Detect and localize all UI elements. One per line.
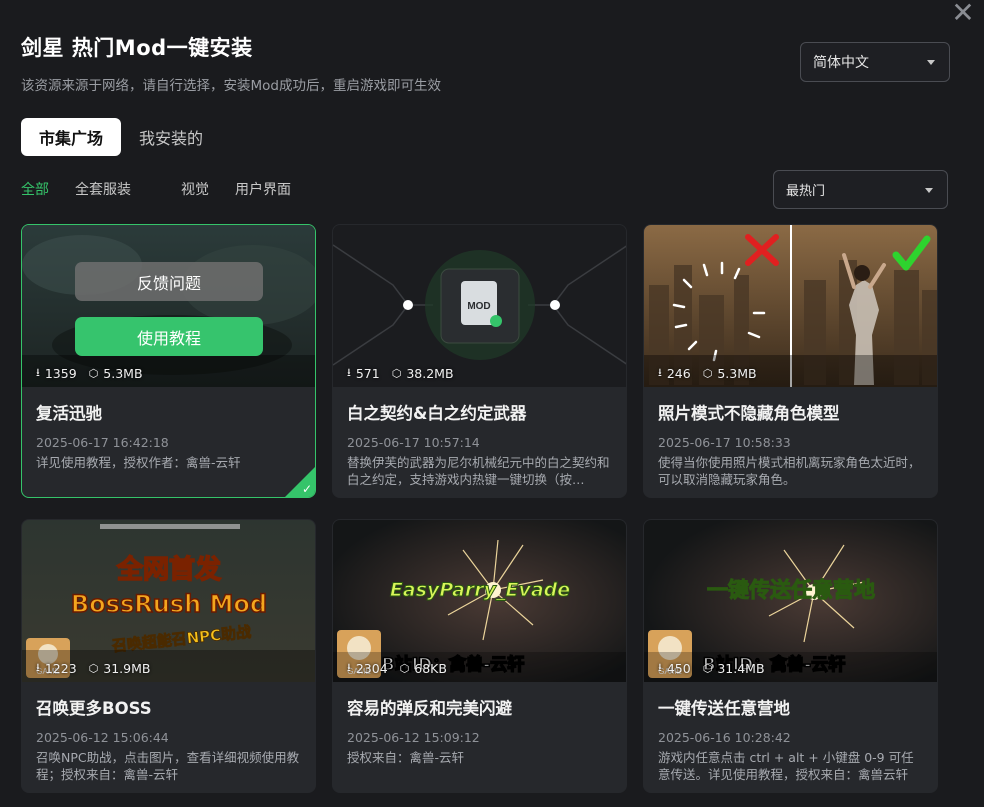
check-icon: ✓: [301, 482, 312, 496]
mod-title: 一键传送任意营地: [658, 699, 790, 718]
thumb-banner: EasyParry_Evade: [390, 579, 570, 601]
category-filters: 全部 全套服装 视觉 用户界面: [21, 179, 317, 199]
download-count: 1359: [44, 366, 77, 381]
mod-stats: ⭳ 2304 ⬡ 68KB: [347, 659, 447, 678]
filter-all[interactable]: 全部: [21, 179, 49, 199]
package-icon: ⬡: [702, 662, 713, 675]
mod-thumbnail: MOD: [333, 225, 626, 387]
mod-description: 替换伊芙的武器为尼尔机械纪元中的白之契约和白之约定，支持游戏内热键一键切换（按…: [347, 455, 610, 487]
tab-bar: 市集广场 我安装的: [21, 118, 221, 156]
mod-stats: ⭳ 450 ⬡ 31.4MB: [658, 659, 765, 678]
package-icon: ⬡: [399, 662, 410, 675]
mod-title: 复活迅驰: [36, 404, 102, 423]
mod-date: 2025-06-17 10:57:14: [347, 435, 480, 450]
file-size: 5.3MB: [717, 366, 757, 381]
chevron-down-icon: [925, 187, 933, 193]
mod-card-6[interactable]: 一键传送任意营地 GAME B站ID：禽兽-云轩 ⭳ 450 ⬡ 31.4MB …: [643, 519, 938, 793]
chevron-down-icon: [927, 60, 935, 65]
mod-stats: ⭳ 571 ⬡ 38.2MB: [347, 364, 454, 383]
mod-description: 使得当你使用照片模式相机离玩家角色太近时，可以取消隐藏玩家角色。: [658, 455, 921, 487]
filter-ui[interactable]: 用户界面: [235, 179, 291, 199]
mod-date: 2025-06-16 10:28:42: [658, 730, 791, 745]
download-icon: ⭳: [36, 366, 40, 379]
tab-installed[interactable]: 我安装的: [121, 118, 221, 156]
mod-date: 2025-06-17 10:58:33: [658, 435, 791, 450]
mod-icon-label: MOD: [467, 301, 490, 312]
language-select[interactable]: 简体中文: [800, 42, 950, 82]
tutorial-button[interactable]: 使用教程: [75, 317, 263, 356]
filter-visual[interactable]: 视觉: [181, 179, 209, 199]
sort-select-value: 最热门: [786, 184, 826, 199]
mod-card-3[interactable]: ⭳ 246 ⬡ 5.3MB 照片模式不隐藏角色模型 2025-06-17 10:…: [643, 224, 938, 498]
download-count: 2304: [355, 661, 388, 676]
mod-description: 详见使用教程，授权作者：禽兽-云轩: [36, 455, 241, 470]
feedback-button[interactable]: 反馈问题: [75, 262, 263, 301]
language-select-value: 简体中文: [813, 55, 869, 71]
filter-outfits[interactable]: 全套服装: [75, 179, 131, 199]
mod-card-4[interactable]: 全网首发 BossRush Mod 召唤超能召NPC助战 GAME ⭳ 1223…: [21, 519, 316, 793]
download-count: 571: [355, 366, 380, 381]
mod-date: 2025-06-12 15:06:44: [36, 730, 169, 745]
mod-card-2[interactable]: MOD ⭳ 571 ⬡ 38.2MB 白之契约&白之约定武器 2025-06-1…: [332, 224, 627, 498]
package-icon: ⬡: [391, 367, 402, 380]
mod-description: 授权来自：禽兽-云轩: [347, 750, 465, 765]
mod-thumbnail: 反馈问题 使用教程: [22, 225, 315, 387]
download-icon: ⭳: [347, 661, 351, 674]
mod-description: 召唤NPC助战，点击图片，查看详细视频使用教程；授权来自：禽兽-云轩: [36, 750, 300, 782]
file-size: 38.2MB: [406, 366, 454, 381]
download-count: 450: [666, 661, 691, 676]
mod-stats: ⭳ 1223 ⬡ 31.9MB: [36, 659, 150, 678]
sort-select[interactable]: 最热门: [773, 170, 948, 209]
download-icon: ⭳: [658, 661, 662, 674]
mod-title: 容易的弹反和完美闪避: [347, 699, 512, 718]
file-size: 31.9MB: [103, 661, 151, 676]
thumb-banner-line1: 全网首发: [116, 554, 221, 585]
mod-date: 2025-06-12 15:09:12: [347, 730, 480, 745]
file-size: 68KB: [414, 661, 447, 676]
file-size: 31.4MB: [717, 661, 765, 676]
mod-card-1[interactable]: 反馈问题 使用教程 ⭳ 1359 ⬡ 5.3MB 复活迅驰 2025-06-17…: [21, 224, 316, 498]
download-icon: ⭳: [36, 661, 40, 674]
mod-card-5[interactable]: EasyParry_Evade GAME B站ID：禽兽-云轩 ⭳ 2304 ⬡…: [332, 519, 627, 793]
tab-market[interactable]: 市集广场: [21, 118, 122, 156]
mod-stats: ⭳ 246 ⬡ 5.3MB: [658, 364, 757, 383]
header: 剑星 热门Mod一键安装 该资源来源于网络，请自行选择，安装Mod成功后，重启游…: [21, 32, 441, 94]
thumb-banner: 一键传送任意营地: [707, 578, 875, 602]
download-icon: ⭳: [658, 366, 662, 379]
close-icon[interactable]: ✕: [948, 0, 978, 28]
mod-stats: ⭳ 1359 ⬡ 5.3MB: [36, 364, 143, 383]
mod-date: 2025-06-17 16:42:18: [36, 435, 169, 450]
mod-thumbnail: [644, 225, 937, 387]
mod-title: 召唤更多BOSS: [36, 699, 152, 718]
download-count: 1223: [44, 661, 77, 676]
mod-description: 游戏内任意点击 ctrl + alt + 小键盘 0-9 可任意传送。详见使用教…: [658, 750, 914, 782]
page-subtitle: 该资源来源于网络，请自行选择，安装Mod成功后，重启游戏即可生效: [21, 78, 441, 94]
package-icon: ⬡: [88, 662, 99, 675]
page-title: 剑星 热门Mod一键安装: [21, 36, 253, 60]
file-size: 5.3MB: [103, 366, 143, 381]
package-icon: ⬡: [702, 367, 713, 380]
download-count: 246: [666, 366, 691, 381]
download-icon: ⭳: [347, 366, 351, 379]
mod-thumbnail: 一键传送任意营地 GAME B站ID：禽兽-云轩: [644, 520, 937, 682]
mod-thumbnail: EasyParry_Evade GAME B站ID：禽兽-云轩: [333, 520, 626, 682]
mod-title: 照片模式不隐藏角色模型: [658, 404, 840, 423]
mod-title: 白之契约&白之约定武器: [347, 404, 527, 423]
mod-thumbnail: 全网首发 BossRush Mod 召唤超能召NPC助战 GAME: [22, 520, 315, 682]
thumb-banner-line2: BossRush Mod: [71, 590, 267, 618]
package-icon: ⬡: [88, 367, 99, 380]
